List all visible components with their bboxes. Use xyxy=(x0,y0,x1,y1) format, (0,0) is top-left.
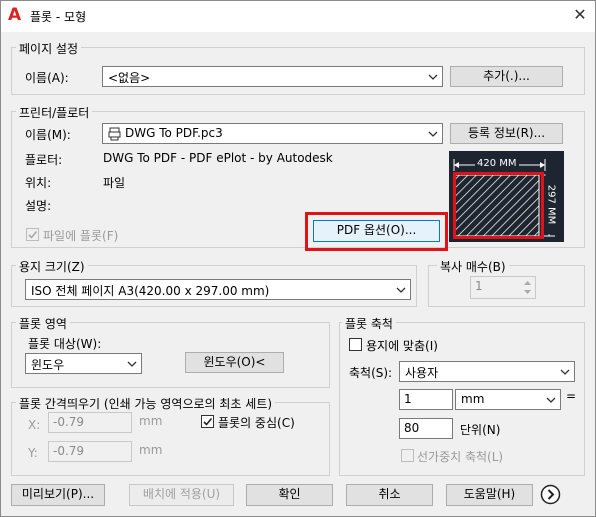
offset-x-label: X: xyxy=(28,418,41,432)
fit-to-paper-checkbox[interactable] xyxy=(349,338,362,351)
scale-value: 사용자 xyxy=(405,366,439,380)
apply-to-layout-button[interactable]: 배치에 적용(U) xyxy=(129,484,234,506)
chevron-down-icon xyxy=(427,70,439,84)
copies-spinner[interactable] xyxy=(520,277,535,298)
plot-offset-group-label: 플롯 간격띄우기 (인쇄 가능 영역으로의 최초 세트) xyxy=(16,395,276,412)
close-icon[interactable]: ✕ xyxy=(570,5,590,25)
paper-size-select[interactable]: ISO 전체 페이지 A3(420.00 x 297.00 mm) xyxy=(25,279,411,300)
offset-x-unit: mm xyxy=(139,414,163,428)
title-bar xyxy=(0,0,596,32)
where-label: 위치: xyxy=(25,176,52,190)
plotter-label: 플로터: xyxy=(25,153,63,167)
plot-what-value: 윈도우 xyxy=(31,358,65,372)
pdf-options-button[interactable]: PDF 옵션(O)... xyxy=(313,220,440,242)
center-plot-checkbox[interactable] xyxy=(201,415,214,428)
offset-y-input[interactable]: -0.79 xyxy=(48,441,132,462)
offset-y-unit: mm xyxy=(139,443,163,457)
copies-group-label: 복사 매수(B) xyxy=(437,258,509,275)
plotter-value: DWG To PDF - PDF ePlot - by Autodesk xyxy=(103,151,333,165)
preview-width-label: 420 MM xyxy=(475,158,519,169)
chevron-down-icon xyxy=(427,127,439,141)
fit-to-paper-label: 용지에 맞춤(I) xyxy=(366,339,438,353)
preview-button[interactable]: 미리보기(P)... xyxy=(11,484,105,506)
scale-select[interactable]: 사용자 xyxy=(399,361,575,382)
preview-highlight xyxy=(453,172,544,239)
scale-lineweights-label: 선가중치 축척(L) xyxy=(417,450,504,464)
window-title: 플롯 - 모형 xyxy=(30,10,87,24)
page-setup-group-label: 페이지 설정 xyxy=(16,40,82,57)
printer-group-label: 프린터/플로터 xyxy=(16,104,93,121)
help-button[interactable]: 도움말(H) xyxy=(446,484,533,506)
plot-area-group-label: 플롯 영역 xyxy=(16,315,70,332)
offset-x-input[interactable]: -0.79 xyxy=(48,412,132,433)
plot-what-select[interactable]: 윈도우 xyxy=(25,353,142,374)
add-page-setup-button[interactable]: 추가(.)... xyxy=(450,66,563,87)
plot-what-label: 플롯 대상(W): xyxy=(28,337,102,351)
description-label: 설명: xyxy=(25,199,52,213)
scale-label: 축척(S): xyxy=(349,366,393,380)
autocad-logo-icon: A xyxy=(8,5,22,25)
chevron-down-icon xyxy=(126,357,138,371)
scale-unit1-value: mm xyxy=(461,392,485,406)
scale-unit1-select[interactable]: mm xyxy=(455,389,561,410)
center-plot-label: 플롯의 중심(C) xyxy=(218,416,295,430)
window-pick-button[interactable]: 윈도우(O)< xyxy=(185,352,284,373)
printer-name-label: 이름(M): xyxy=(25,128,71,142)
paper-size-value: ISO 전체 페이지 A3(420.00 x 297.00 mm) xyxy=(31,284,270,298)
chevron-down-icon xyxy=(395,283,407,297)
plot-to-file-label: 파일에 플롯(F) xyxy=(43,229,119,243)
plot-scale-group-label: 플롯 축척 xyxy=(342,315,396,332)
where-value: 파일 xyxy=(103,176,126,190)
cancel-button[interactable]: 취소 xyxy=(346,484,433,506)
page-setup-name-label: 이름(A): xyxy=(25,71,69,85)
printer-properties-button[interactable]: 등록 정보(R)... xyxy=(450,123,563,144)
paper-size-group-label: 용지 크기(Z) xyxy=(16,258,88,275)
printer-name-select[interactable]: DWG To PDF.pc3 xyxy=(102,123,443,144)
expand-more-options-icon[interactable] xyxy=(540,484,561,505)
offset-y-label: Y: xyxy=(28,446,38,460)
scale-unit2-label: 단위(N) xyxy=(460,423,501,437)
chevron-down-icon xyxy=(545,393,557,407)
scale-value2-input[interactable]: 80 xyxy=(399,418,453,439)
page-setup-name-value: <없음> xyxy=(108,71,151,85)
plot-to-file-checkbox[interactable] xyxy=(26,228,39,241)
page-setup-name-select[interactable]: <없음> xyxy=(102,66,443,87)
printer-name-value: DWG To PDF.pc3 xyxy=(125,126,223,140)
scale-value1-input[interactable]: 1 xyxy=(399,389,453,410)
chevron-down-icon xyxy=(559,365,571,379)
preview-height-label: 297 MM xyxy=(545,174,557,235)
scale-equals: = xyxy=(566,389,577,403)
ok-button[interactable]: 확인 xyxy=(246,484,333,506)
scale-lineweights-checkbox[interactable] xyxy=(401,449,414,462)
plotter-icon xyxy=(108,127,122,144)
paper-preview: 420 MM 297 MM xyxy=(449,151,564,242)
